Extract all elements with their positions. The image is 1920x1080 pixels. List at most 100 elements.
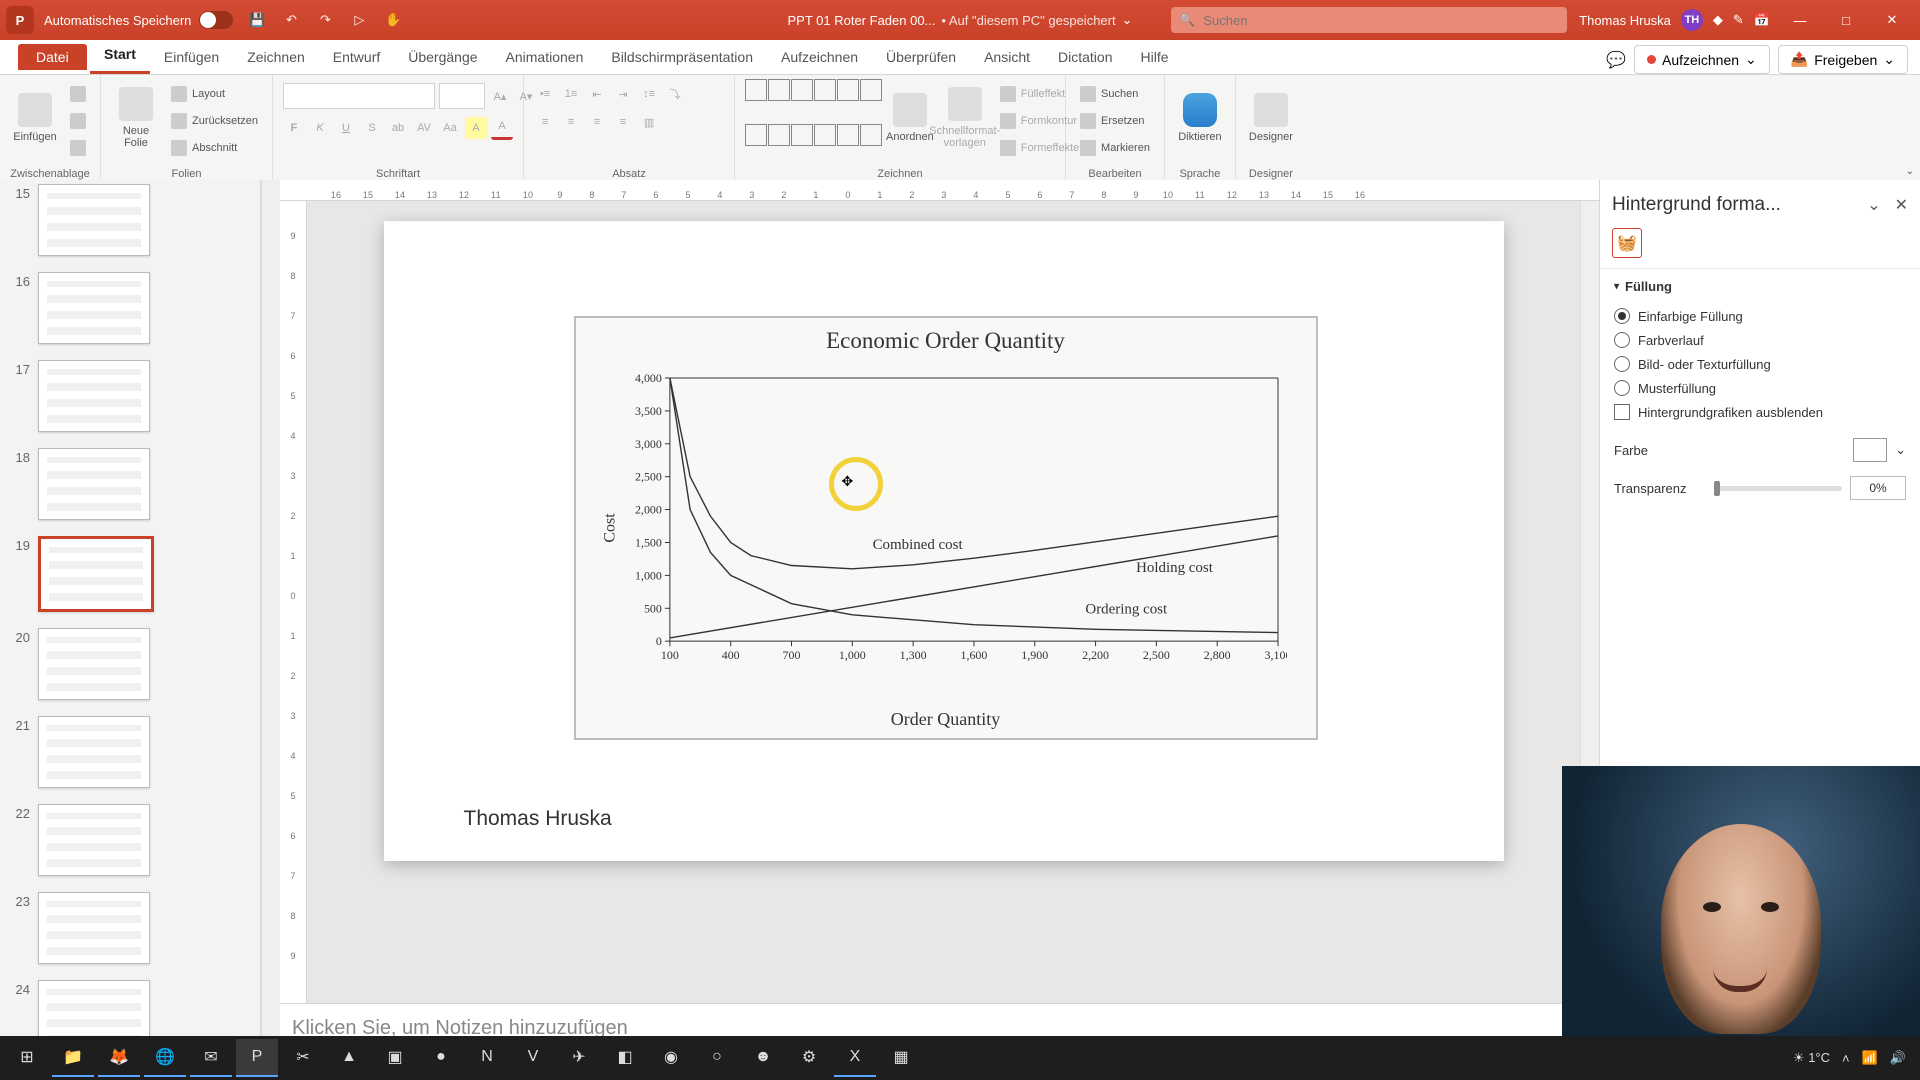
color-picker-button[interactable] bbox=[1853, 438, 1887, 462]
user-avatar[interactable]: TH bbox=[1681, 9, 1703, 31]
shape-line-icon[interactable] bbox=[745, 79, 767, 101]
shape-brace-icon[interactable] bbox=[814, 124, 836, 146]
arrange-button[interactable]: Anordnen bbox=[886, 79, 934, 157]
indent-more-icon[interactable]: ⇥ bbox=[612, 83, 634, 105]
replace-button[interactable]: Ersetzen bbox=[1076, 108, 1154, 133]
taskbar-explorer-icon[interactable]: 📁 bbox=[52, 1039, 94, 1077]
shape-rect-icon[interactable] bbox=[791, 79, 813, 101]
wifi-icon[interactable]: 📶 bbox=[1862, 1050, 1878, 1066]
comments-icon[interactable]: 💬 bbox=[1606, 50, 1626, 70]
layout-button[interactable]: Layout bbox=[167, 81, 262, 106]
indent-less-icon[interactable]: ⇤ bbox=[586, 83, 608, 105]
thumbnail-list[interactable]: 15161718192021222324 bbox=[0, 180, 260, 1052]
touch-mode-icon[interactable]: ✋ bbox=[383, 10, 403, 30]
undo-icon[interactable]: ↶ bbox=[281, 10, 301, 30]
taskbar-firefox-icon[interactable]: 🦊 bbox=[98, 1039, 140, 1077]
shape-hex-icon[interactable] bbox=[860, 124, 882, 146]
taskbar-app2-icon[interactable]: ● bbox=[420, 1039, 462, 1077]
format-painter-button[interactable] bbox=[66, 135, 90, 160]
taskbar-app4-icon[interactable]: ◧ bbox=[604, 1039, 646, 1077]
chevron-down-icon[interactable]: ⌄ bbox=[1867, 195, 1880, 215]
columns-icon[interactable]: ▥ bbox=[638, 111, 660, 133]
dictate-button[interactable]: Diktieren bbox=[1175, 79, 1225, 157]
char-spacing-button[interactable]: AV bbox=[413, 117, 435, 139]
taskbar-obs-icon[interactable]: ◉ bbox=[650, 1039, 692, 1077]
shape-gallery[interactable] bbox=[745, 79, 880, 165]
bold-button[interactable]: F bbox=[283, 117, 305, 139]
tab-view[interactable]: Ansicht bbox=[970, 41, 1044, 74]
bullets-icon[interactable]: •≡ bbox=[534, 83, 556, 105]
cut-button[interactable] bbox=[66, 81, 90, 106]
fill-option-solid[interactable]: Einfarbige Füllung bbox=[1614, 304, 1906, 328]
diamond-icon[interactable]: ◆ bbox=[1713, 12, 1723, 28]
shape-arrow-icon[interactable] bbox=[768, 79, 790, 101]
current-slide[interactable]: Economic Order Quantity Cost 05001,0001,… bbox=[384, 221, 1504, 861]
close-pane-icon[interactable]: ✕ bbox=[1895, 195, 1908, 215]
font-color-button[interactable]: A bbox=[491, 115, 513, 140]
reset-button[interactable]: Zurücksetzen bbox=[167, 108, 262, 133]
shape-oval-icon[interactable] bbox=[837, 79, 859, 101]
find-button[interactable]: Suchen bbox=[1076, 81, 1154, 106]
save-icon[interactable]: 💾 bbox=[247, 10, 267, 30]
thumbnail-preview[interactable] bbox=[38, 360, 150, 432]
collapse-ribbon-icon[interactable]: ⌄ bbox=[1906, 166, 1914, 177]
italic-button[interactable]: K bbox=[309, 117, 331, 139]
calendar-icon[interactable]: 📅 bbox=[1754, 12, 1770, 28]
taskbar-discord-icon[interactable]: ☻ bbox=[742, 1039, 784, 1077]
thumbnail-preview[interactable] bbox=[38, 804, 150, 876]
search-box[interactable]: 🔍 bbox=[1171, 7, 1567, 33]
tab-review[interactable]: Überprüfen bbox=[872, 41, 970, 74]
shape-triangle-icon[interactable] bbox=[860, 79, 882, 101]
increase-font-icon[interactable]: A▴ bbox=[489, 85, 511, 107]
chart-image[interactable]: Economic Order Quantity Cost 05001,0001,… bbox=[574, 316, 1318, 740]
start-button[interactable]: ⊞ bbox=[6, 1039, 48, 1077]
shadow-button[interactable]: ab bbox=[387, 117, 409, 139]
system-tray[interactable]: ☀ 1°C ˄ 📶 🔊 bbox=[1793, 1050, 1914, 1066]
shape-connector-icon[interactable] bbox=[745, 124, 767, 146]
tab-transitions[interactable]: Übergänge bbox=[394, 41, 491, 74]
document-title[interactable]: PPT 01 Roter Faden 00... • Auf "diesem P… bbox=[787, 12, 1132, 28]
taskbar-app6-icon[interactable]: ▦ bbox=[880, 1039, 922, 1077]
thumbnail-slide-22[interactable]: 22 bbox=[8, 804, 252, 876]
slide-stage[interactable]: Economic Order Quantity Cost 05001,0001,… bbox=[307, 201, 1580, 1003]
tab-slideshow[interactable]: Bildschirmpräsentation bbox=[597, 41, 767, 74]
shape-curve-icon[interactable] bbox=[768, 124, 790, 146]
line-spacing-icon[interactable]: ↕≡ bbox=[638, 83, 660, 105]
shape-roundrect-icon[interactable] bbox=[814, 79, 836, 101]
taskbar-app1-icon[interactable]: ▣ bbox=[374, 1039, 416, 1077]
tab-insert[interactable]: Einfügen bbox=[150, 41, 233, 74]
taskbar-settings-icon[interactable]: ⚙ bbox=[788, 1039, 830, 1077]
tab-draw[interactable]: Zeichnen bbox=[233, 41, 319, 74]
thumbnail-slide-19[interactable]: 19 bbox=[8, 536, 252, 612]
chevron-up-icon[interactable]: ˄ bbox=[1842, 1051, 1850, 1066]
toggle-switch-icon[interactable] bbox=[199, 11, 233, 29]
taskbar-powerpoint-icon[interactable]: P bbox=[236, 1039, 278, 1077]
font-size-select[interactable] bbox=[439, 83, 485, 109]
thumbnail-scrollbar[interactable] bbox=[261, 180, 280, 1052]
transparency-value[interactable]: 0% bbox=[1850, 476, 1906, 500]
thumbnail-slide-20[interactable]: 20 bbox=[8, 628, 252, 700]
thumbnail-slide-21[interactable]: 21 bbox=[8, 716, 252, 788]
close-button[interactable]: ✕ bbox=[1870, 0, 1914, 40]
user-name[interactable]: Thomas Hruska bbox=[1579, 13, 1671, 28]
taskbar-app3-icon[interactable]: V bbox=[512, 1039, 554, 1077]
record-button[interactable]: Aufzeichnen⌄ bbox=[1634, 45, 1770, 74]
select-button[interactable]: Markieren bbox=[1076, 135, 1154, 160]
align-left-icon[interactable]: ≡ bbox=[534, 111, 556, 133]
align-right-icon[interactable]: ≡ bbox=[586, 111, 608, 133]
thumbnail-slide-23[interactable]: 23 bbox=[8, 892, 252, 964]
taskbar-snip-icon[interactable]: ✂ bbox=[282, 1039, 324, 1077]
thumbnail-preview[interactable] bbox=[38, 536, 154, 612]
fill-tab-icon[interactable]: 🧺 bbox=[1612, 228, 1642, 258]
quick-styles-button[interactable]: Schnellformat- vorlagen bbox=[940, 79, 990, 157]
taskbar-onenote-icon[interactable]: N bbox=[466, 1039, 508, 1077]
thumbnail-slide-16[interactable]: 16 bbox=[8, 272, 252, 344]
tab-record[interactable]: Aufzeichnen bbox=[767, 41, 872, 74]
thumbnail-preview[interactable] bbox=[38, 892, 150, 964]
tab-dictation[interactable]: Dictation bbox=[1044, 41, 1126, 74]
taskbar-vlc-icon[interactable]: ▲ bbox=[328, 1039, 370, 1077]
thumbnail-slide-17[interactable]: 17 bbox=[8, 360, 252, 432]
copy-button[interactable] bbox=[66, 108, 90, 133]
fill-option-pattern[interactable]: Musterfüllung bbox=[1614, 376, 1906, 400]
numbering-icon[interactable]: 1≡ bbox=[560, 83, 582, 105]
